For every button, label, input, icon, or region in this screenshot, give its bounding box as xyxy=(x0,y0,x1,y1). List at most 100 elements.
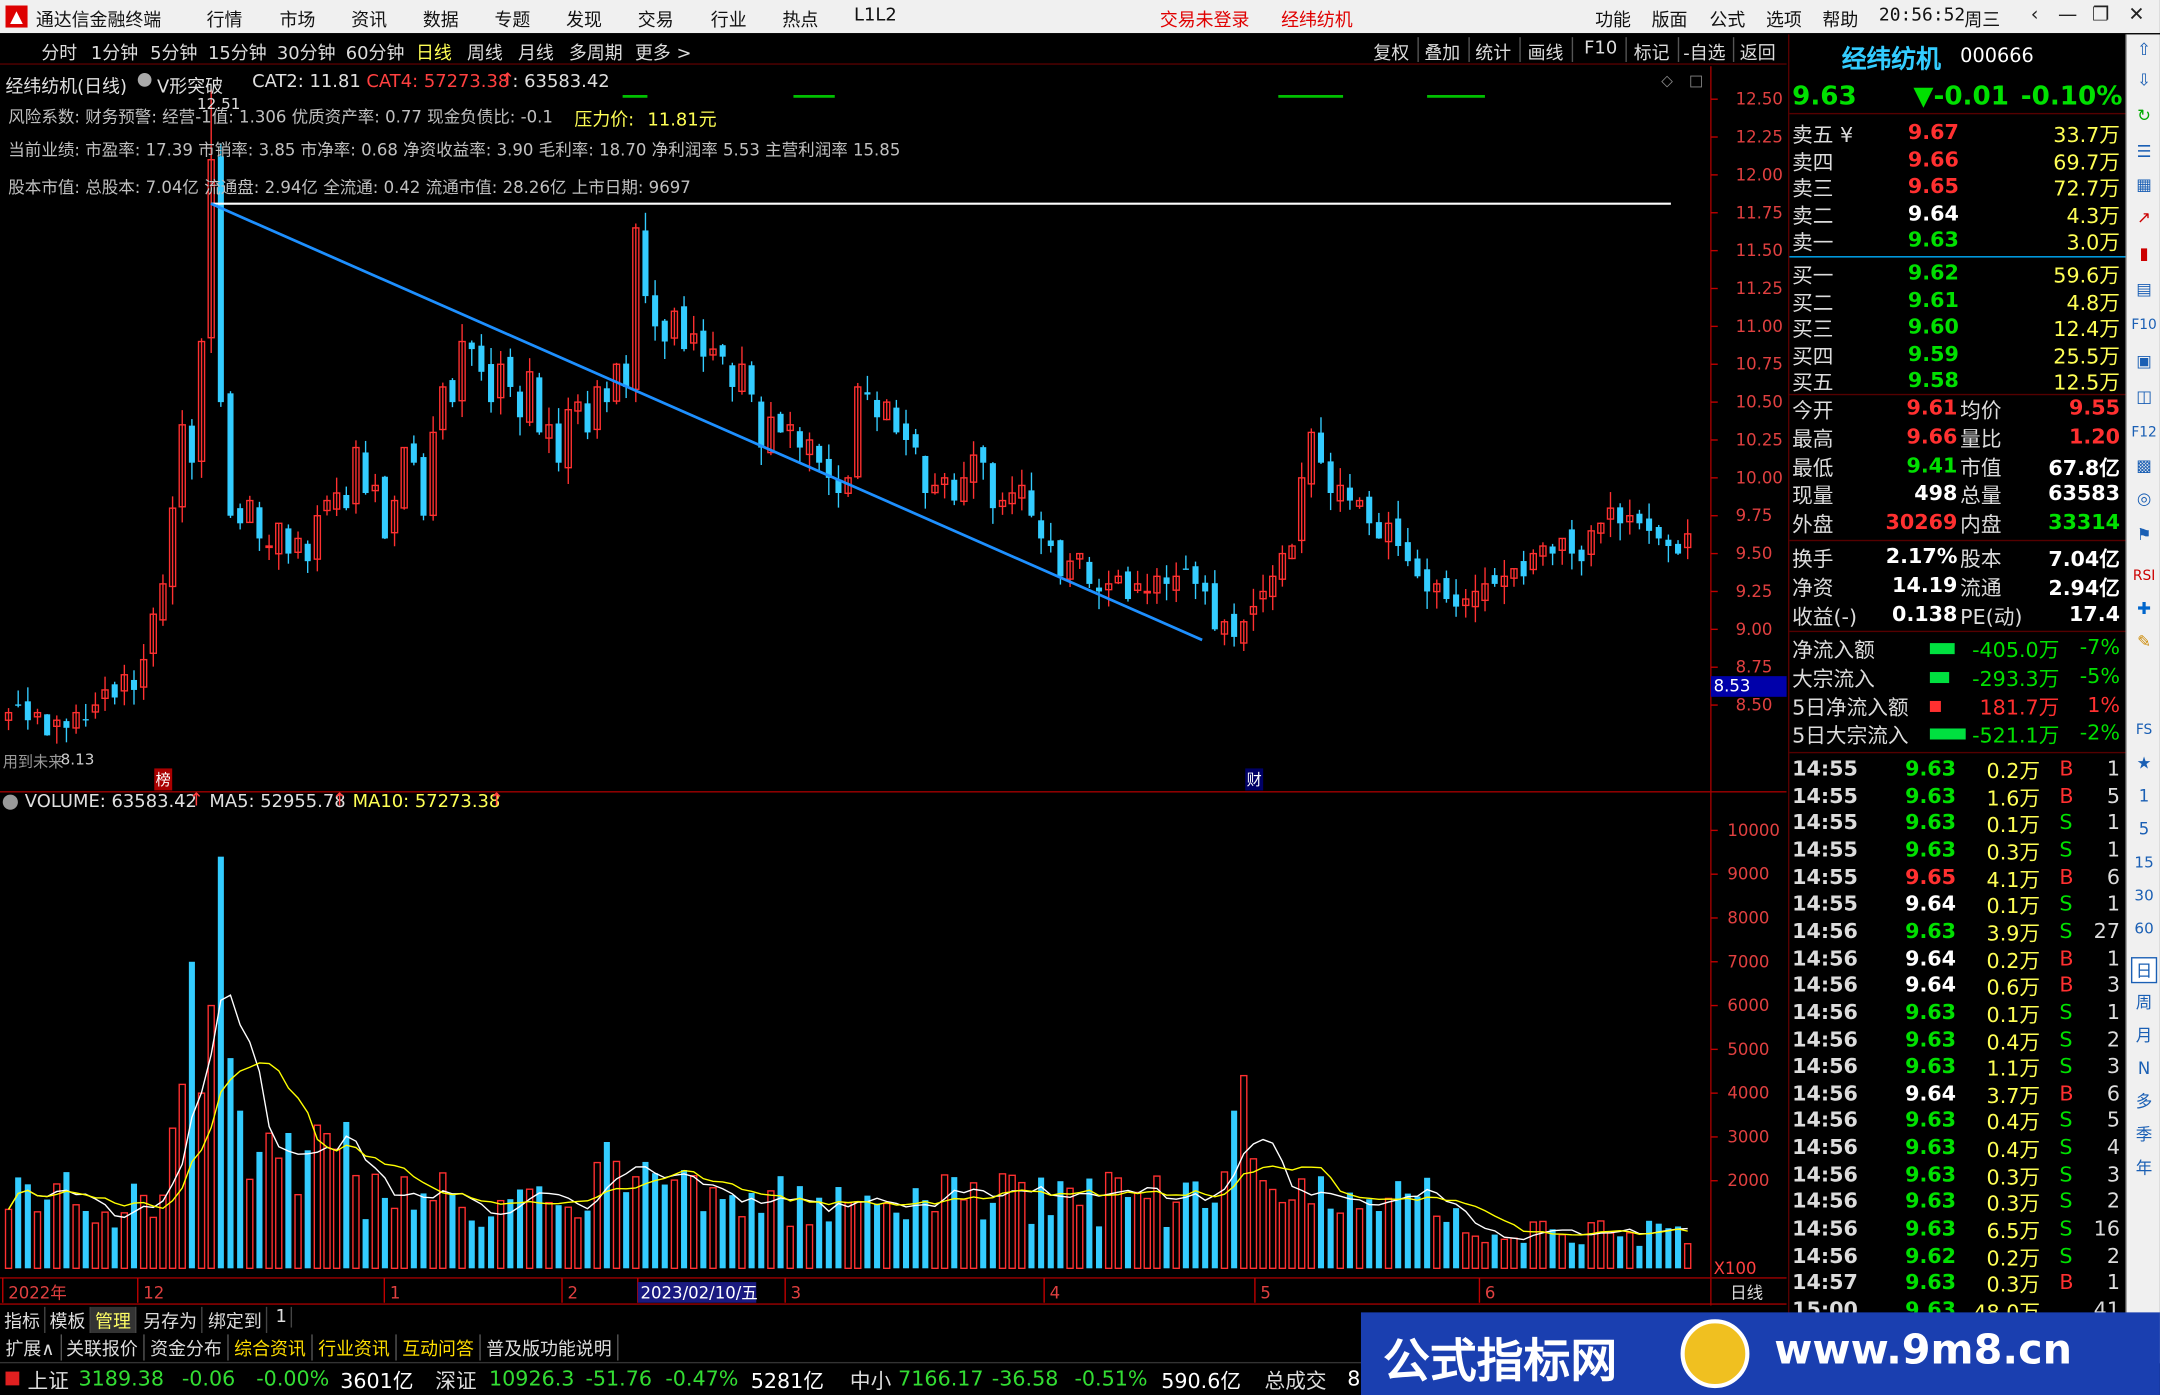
toolbar-btn[interactable]: 返回 xyxy=(1740,39,1776,65)
volume-toggle-icon[interactable] xyxy=(2,794,18,810)
tab-bind-to[interactable]: 绑定到 xyxy=(204,1306,268,1334)
period-tab[interactable]: 30分钟 xyxy=(277,39,336,65)
f12-icon[interactable]: F12 xyxy=(2131,420,2157,446)
indicator-name[interactable]: V形突破 xyxy=(157,72,223,98)
tab-window-num[interactable]: 1 xyxy=(271,1306,293,1328)
sz-name[interactable]: 深证 xyxy=(435,1366,476,1395)
up-arrow-icon[interactable]: ⇧ xyxy=(2131,37,2157,63)
period-30min[interactable]: 30 xyxy=(2131,883,2157,909)
minimize-icon[interactable]: — xyxy=(2052,4,2082,29)
flag-icon[interactable]: ⚑ xyxy=(2131,522,2157,548)
layout-icon[interactable]: ◫ xyxy=(2131,384,2157,410)
doc-icon[interactable]: ▣ xyxy=(2131,348,2157,374)
period-n[interactable]: N xyxy=(2131,1056,2157,1082)
tab-related-quotes[interactable]: 关联报价 xyxy=(61,1334,145,1361)
ask-row[interactable]: 卖五 ¥ 9.67 33.7万 xyxy=(1789,120,2125,148)
period-1min[interactable]: 1 xyxy=(2131,784,2157,810)
tab-help[interactable]: 普及版功能说明 xyxy=(481,1334,619,1361)
menu-item[interactable]: 行情 xyxy=(207,6,243,32)
login-status[interactable]: 交易未登录 xyxy=(1160,6,1250,32)
tab-indicator[interactable]: 指标 xyxy=(0,1306,46,1334)
period-60min[interactable]: 60 xyxy=(2131,916,2157,942)
f10-icon[interactable]: F10 xyxy=(2131,313,2157,339)
indicator-toggle-icon[interactable] xyxy=(137,72,152,87)
rsi-button[interactable]: RSI xyxy=(2131,563,2157,589)
period-tab[interactable]: 15分钟 xyxy=(208,39,267,65)
tab-expand[interactable]: 扩展∧ xyxy=(0,1334,62,1361)
period-tab[interactable]: 60分钟 xyxy=(346,39,405,65)
grid-icon[interactable]: ▦ xyxy=(2131,172,2157,198)
menu-item[interactable]: 数据 xyxy=(423,6,459,32)
period-15min[interactable]: 15 xyxy=(2131,850,2157,876)
toolbar-btn[interactable]: -自选 xyxy=(1683,39,1725,65)
kline-chart-svg[interactable]: 12.50 12.25 12.00 11.75 11.50 11.25 11.00 10.75… xyxy=(0,66,1787,1313)
period-tab[interactable]: 周线 xyxy=(467,39,503,65)
table-icon[interactable]: ▤ xyxy=(2131,277,2157,303)
menu-item[interactable]: 版面 xyxy=(1652,6,1688,32)
menu-item[interactable]: L1L2 xyxy=(854,6,897,27)
bid-row[interactable]: 买一 9.62 59.6万 xyxy=(1789,260,2125,288)
tab-fund-distribution[interactable]: 资金分布 xyxy=(145,1334,229,1361)
restore-icon[interactable]: ❐ xyxy=(2086,4,2116,29)
window-icon[interactable]: ▩ xyxy=(2131,453,2157,479)
list-icon[interactable]: ☰ xyxy=(2131,139,2157,165)
back-arrow-icon[interactable]: ‹ xyxy=(2019,4,2049,29)
bid-row[interactable]: 买二 9.61 4.8万 xyxy=(1789,287,2125,315)
kline-chart-area[interactable]: 12.50 12.25 12.00 11.75 11.50 11.25 11.00 10.75… xyxy=(0,66,1787,1313)
period-month[interactable]: 月 xyxy=(2131,1023,2157,1049)
fs-button[interactable]: FS xyxy=(2131,717,2157,743)
plus-icon[interactable]: ✚ xyxy=(2131,596,2157,622)
kline-icon[interactable]: ▮ xyxy=(2131,241,2157,267)
menu-item[interactable]: 帮助 xyxy=(1822,6,1858,32)
ask-row[interactable]: 卖一 9.63 3.0万 xyxy=(1789,228,2125,256)
toolbar-btn[interactable]: 标记 xyxy=(1634,39,1670,65)
bid-row[interactable]: 买三 9.60 12.4万 xyxy=(1789,314,2125,342)
toolbar-btn[interactable]: 统计 xyxy=(1475,39,1511,65)
period-tab[interactable]: 多周期 xyxy=(569,39,623,65)
ask-row[interactable]: 卖二 9.64 4.3万 xyxy=(1789,201,2125,229)
bid-row[interactable]: 买五 9.58 12.5万 xyxy=(1789,368,2125,396)
toolbar-btn[interactable]: 叠加 xyxy=(1424,39,1460,65)
period-multi[interactable]: 多 xyxy=(2131,1089,2157,1115)
period-tab[interactable]: 分时 xyxy=(41,39,77,65)
period-year[interactable]: 年 xyxy=(2131,1155,2157,1181)
period-tab[interactable]: 5分钟 xyxy=(150,39,197,65)
menu-item[interactable]: 公式 xyxy=(1709,6,1745,32)
ask-row[interactable]: 卖三 9.65 72.7万 xyxy=(1789,174,2125,202)
zx-name[interactable]: 中小 xyxy=(850,1366,891,1395)
menu-item[interactable]: 行业 xyxy=(711,6,747,32)
period-quarter[interactable]: 季 xyxy=(2131,1122,2157,1148)
period-tab-active[interactable]: 日线 xyxy=(416,39,452,65)
tab-industry-news[interactable]: 行业资讯 xyxy=(313,1334,397,1361)
tab-qa[interactable]: 互动问答 xyxy=(397,1334,481,1361)
tab-save-as[interactable]: 另存为 xyxy=(139,1306,203,1334)
tab-template[interactable]: 模板 xyxy=(45,1306,91,1334)
menu-item[interactable]: 交易 xyxy=(638,6,674,32)
period-5min[interactable]: 5 xyxy=(2131,817,2157,843)
chart-close-icon[interactable]: □ xyxy=(1689,72,1703,90)
chart-shrink-icon[interactable]: ◇ xyxy=(1661,72,1673,90)
menu-item[interactable]: 功能 xyxy=(1595,6,1631,32)
target-icon[interactable]: ◎ xyxy=(2131,486,2157,512)
sh-name[interactable]: 上证 xyxy=(28,1366,69,1395)
toolbar-btn[interactable]: 画线 xyxy=(1528,39,1564,65)
refresh-icon[interactable]: ↻ xyxy=(2131,103,2157,129)
toolbar-btn[interactable]: 复权 xyxy=(1373,39,1409,65)
close-icon[interactable]: ✕ xyxy=(2121,4,2151,29)
pen-icon[interactable]: ✎ xyxy=(2131,629,2157,655)
menu-item[interactable]: 选项 xyxy=(1766,6,1802,32)
bid-row[interactable]: 买四 9.59 25.5万 xyxy=(1789,341,2125,369)
tab-general-news[interactable]: 综合资讯 xyxy=(229,1334,313,1361)
period-tab[interactable]: 月线 xyxy=(518,39,554,65)
more-periods[interactable]: 更多 > xyxy=(635,39,692,65)
menu-item[interactable]: 市场 xyxy=(280,6,316,32)
ask-row[interactable]: 卖四 9.66 69.7万 xyxy=(1789,147,2125,175)
trend-icon[interactable]: ↗ xyxy=(2131,205,2157,231)
menu-item[interactable]: 热点 xyxy=(782,6,818,32)
toolbar-btn[interactable]: F10 xyxy=(1584,39,1617,60)
period-tab[interactable]: 1分钟 xyxy=(91,39,138,65)
menu-item[interactable]: 发现 xyxy=(566,6,602,32)
menu-item[interactable]: 资讯 xyxy=(351,6,387,32)
down-arrow-icon[interactable]: ⇩ xyxy=(2131,67,2157,93)
period-week[interactable]: 周 xyxy=(2131,990,2157,1016)
